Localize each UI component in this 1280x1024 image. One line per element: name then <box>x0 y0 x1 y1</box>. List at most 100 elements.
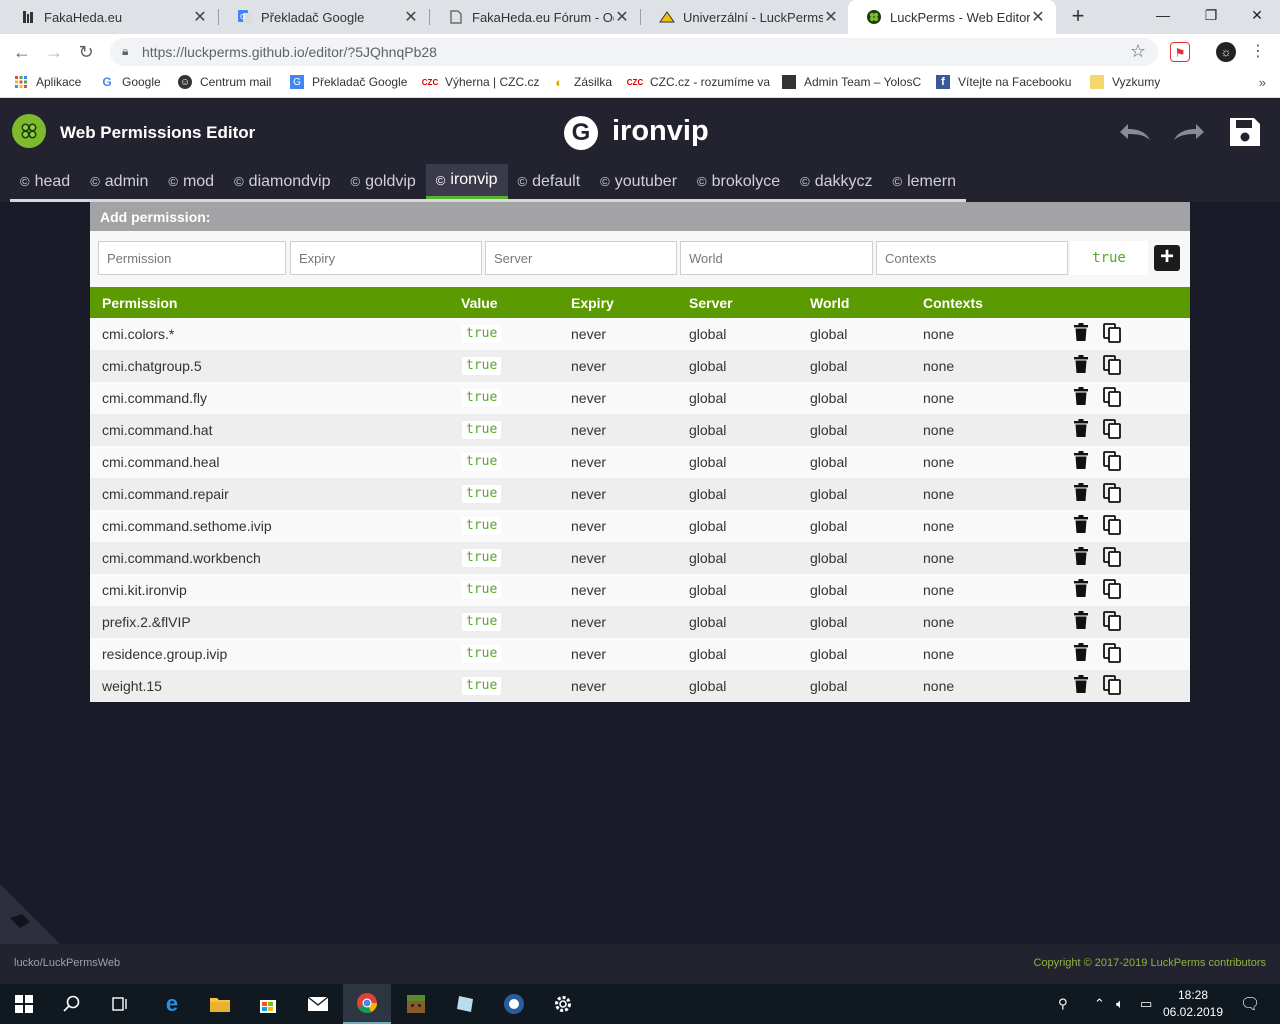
windows-start-icon[interactable] <box>0 984 48 1024</box>
expiry-input[interactable] <box>290 241 482 275</box>
permission-node[interactable]: cmi.command.sethome.ivip <box>102 518 272 534</box>
bookmark-star-icon[interactable]: ☆ <box>1130 41 1146 62</box>
permission-server[interactable]: global <box>689 582 726 598</box>
extension-icon[interactable]: ⚑ <box>1170 42 1190 62</box>
network-icon[interactable]: ▭ <box>1140 996 1152 1012</box>
redo-icon[interactable] <box>1170 116 1208 150</box>
permission-expiry[interactable]: never <box>571 422 606 438</box>
permission-expiry[interactable]: never <box>571 390 606 406</box>
bookmark-item[interactable]: CZC Výherna | CZC.cz <box>422 75 540 89</box>
add-permission-button[interactable]: + <box>1154 245 1180 271</box>
trash-icon[interactable] <box>1074 419 1092 439</box>
permission-server[interactable]: global <box>689 678 726 694</box>
trash-icon[interactable] <box>1074 611 1092 631</box>
permission-expiry[interactable]: never <box>571 646 606 662</box>
task-view-icon[interactable] <box>96 984 144 1024</box>
reload-icon[interactable]: ↻ <box>74 40 98 64</box>
permission-node[interactable]: cmi.command.heal <box>102 454 220 470</box>
permission-contexts[interactable]: none <box>923 422 954 438</box>
browser-tab[interactable]: FakaHeda.eu Fórum - Odesl ✕ <box>430 0 640 34</box>
permission-value-toggle[interactable]: true <box>462 613 502 631</box>
copy-icon[interactable] <box>1103 579 1121 599</box>
forward-icon[interactable]: → <box>42 40 66 64</box>
permission-value-toggle[interactable]: true <box>462 389 502 407</box>
column-header[interactable]: World <box>810 295 849 311</box>
close-tab-icon[interactable]: ✕ <box>823 7 839 27</box>
world-input[interactable] <box>680 241 873 275</box>
permission-server[interactable]: global <box>689 486 726 502</box>
file-explorer-icon[interactable] <box>196 984 244 1024</box>
permission-value-toggle[interactable]: true <box>462 453 502 471</box>
trash-icon[interactable] <box>1074 643 1092 663</box>
bookmark-item[interactable]: G Google <box>100 75 160 89</box>
mail-icon[interactable] <box>294 984 342 1024</box>
permission-world[interactable]: global <box>810 358 847 374</box>
server-input[interactable] <box>485 241 677 275</box>
permission-node[interactable]: residence.group.ivip <box>102 646 227 662</box>
permission-value-toggle[interactable]: true <box>462 517 502 535</box>
trash-icon[interactable] <box>1074 515 1092 535</box>
permission-value-toggle[interactable]: true <box>462 485 502 503</box>
permission-contexts[interactable]: none <box>923 358 954 374</box>
tray-chevron-up-icon[interactable]: ⌃ <box>1094 996 1105 1012</box>
permission-world[interactable]: global <box>810 390 847 406</box>
trash-icon[interactable] <box>1074 387 1092 407</box>
permission-world[interactable]: global <box>810 614 847 630</box>
volume-icon[interactable]: 🔈︎ <box>1116 996 1124 1012</box>
permission-node[interactable]: weight.15 <box>102 678 162 694</box>
permission-value-toggle[interactable]: true <box>462 677 502 695</box>
copy-icon[interactable] <box>1103 323 1121 343</box>
value-toggle[interactable]: true <box>1070 241 1148 275</box>
permission-node[interactable]: cmi.command.fly <box>102 390 207 406</box>
browser-tab[interactable]: G Překladač Google ✕ <box>219 0 429 34</box>
tab-group-diamondvip[interactable]: © diamondvip <box>224 164 340 199</box>
column-header[interactable]: Permission <box>102 295 177 311</box>
browser-tab[interactable]: Univerzální - LuckPerms | R ✕ <box>641 0 849 34</box>
permission-expiry[interactable]: never <box>571 614 606 630</box>
tab-group-lemern[interactable]: © lemern <box>883 164 967 199</box>
permission-server[interactable]: global <box>689 646 726 662</box>
back-icon[interactable]: ← <box>10 40 34 64</box>
taskbar-clock[interactable]: 18:28 06.02.2019 <box>1160 987 1226 1021</box>
browser-tab[interactable]: FakaHeda.eu ✕ <box>2 0 218 34</box>
permission-contexts[interactable]: none <box>923 454 954 470</box>
search-icon[interactable] <box>48 984 96 1024</box>
permission-node[interactable]: cmi.command.hat <box>102 422 212 438</box>
permission-world[interactable]: global <box>810 486 847 502</box>
copy-icon[interactable] <box>1103 643 1121 663</box>
trash-icon[interactable] <box>1074 323 1092 343</box>
permission-server[interactable]: global <box>689 454 726 470</box>
trash-icon[interactable] <box>1074 547 1092 567</box>
tab-group-goldvip[interactable]: © goldvip <box>341 164 426 199</box>
tab-group-default[interactable]: © default <box>508 164 591 199</box>
permission-expiry[interactable]: never <box>571 358 606 374</box>
close-tab-icon[interactable]: ✕ <box>403 7 419 27</box>
permission-contexts[interactable]: none <box>923 550 954 566</box>
permission-node[interactable]: cmi.kit.ironvip <box>102 582 187 598</box>
new-tab-button[interactable]: + <box>1066 5 1090 29</box>
bookmark-item[interactable]: CZC CZC.cz - rozumíme va <box>627 75 770 89</box>
permission-world[interactable]: global <box>810 550 847 566</box>
bookmark-item[interactable]: G Překladač Google <box>290 75 407 89</box>
close-tab-icon[interactable]: ✕ <box>192 7 208 27</box>
permission-expiry[interactable]: never <box>571 582 606 598</box>
edge-icon[interactable]: e <box>148 984 196 1024</box>
column-header[interactable]: Value <box>461 295 498 311</box>
column-header[interactable]: Contexts <box>923 295 983 311</box>
permission-node[interactable]: cmi.command.repair <box>102 486 229 502</box>
permission-node[interactable]: cmi.chatgroup.5 <box>102 358 202 374</box>
permission-expiry[interactable]: never <box>571 518 606 534</box>
permission-input[interactable] <box>98 241 286 275</box>
permission-value-toggle[interactable]: true <box>462 421 502 439</box>
trash-icon[interactable] <box>1074 579 1092 599</box>
notifications-icon[interactable]: 🗨︎ <box>1240 994 1260 1014</box>
permission-server[interactable]: global <box>689 422 726 438</box>
tab-group-head[interactable]: © head <box>10 164 80 199</box>
bookmark-item[interactable]: Aplikace <box>14 75 81 89</box>
bookmark-item[interactable]: f Vítejte na Facebooku <box>936 75 1071 89</box>
permission-contexts[interactable]: none <box>923 390 954 406</box>
copy-icon[interactable] <box>1103 547 1121 567</box>
permission-expiry[interactable]: never <box>571 326 606 342</box>
permission-world[interactable]: global <box>810 646 847 662</box>
store-icon[interactable] <box>244 984 292 1024</box>
